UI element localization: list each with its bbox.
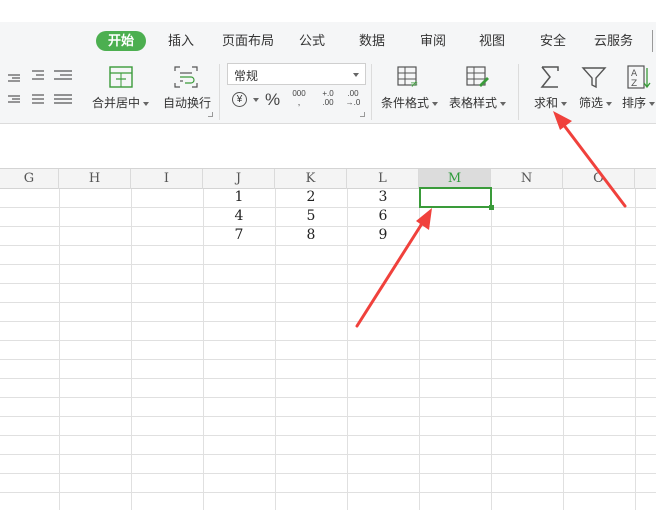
sigma-sum-icon[interactable]: [538, 64, 562, 90]
sort-button[interactable]: 排序: [622, 94, 656, 111]
sort-caret-icon: [649, 101, 656, 106]
grid-line: [0, 397, 656, 398]
tab-home[interactable]: 开始: [96, 31, 147, 51]
grid-line: [0, 302, 656, 303]
tab-insert[interactable]: 插入: [168, 31, 194, 51]
currency-format-button[interactable]: ¥: [232, 90, 259, 112]
table-style-icon[interactable]: [465, 65, 491, 89]
number-format-dialog-launcher[interactable]: [360, 112, 365, 117]
number-format-select[interactable]: 常规: [227, 63, 366, 85]
filter-funnel-icon[interactable]: [581, 65, 607, 89]
column-header-k[interactable]: K: [275, 169, 347, 189]
grid-line: [0, 245, 656, 246]
grid-line: [0, 378, 656, 379]
grid-line: [491, 189, 492, 510]
thousands-separator-button[interactable]: 000,: [291, 89, 307, 107]
spreadsheet-grid[interactable]: G H I J K L M N O 1 2 3 4 5 6 7 8 9: [0, 168, 656, 510]
percent-format-button[interactable]: %: [265, 90, 280, 110]
grid-line: [59, 189, 60, 510]
column-header-j[interactable]: J: [203, 169, 275, 189]
grid-line: [635, 189, 636, 510]
grid-line: [0, 473, 656, 474]
column-header-l[interactable]: L: [347, 169, 419, 189]
ribbon-toolbar: 合并居中 自动换行 常规 ¥ % 000, +.0 .00 .00 →.0 ≠ …: [0, 60, 656, 124]
cell-l1[interactable]: 3: [347, 188, 419, 207]
filter-caret-icon: [606, 101, 613, 106]
ribbon-separator: [371, 64, 372, 120]
tab-security[interactable]: 安全: [540, 31, 566, 51]
filter-button[interactable]: 筛选: [579, 94, 613, 111]
conditional-format-caret-icon: [432, 101, 439, 106]
grid-line: [0, 340, 656, 341]
decrease-decimal-button[interactable]: .00 →.0: [343, 89, 363, 107]
align-icons-group[interactable]: [4, 66, 48, 110]
increase-decimal-button[interactable]: +.0 .00: [318, 89, 338, 107]
cell-l3[interactable]: 9: [347, 226, 419, 245]
column-header-n[interactable]: N: [491, 169, 563, 189]
tab-formulas[interactable]: 公式: [299, 31, 325, 51]
merge-center-icon[interactable]: [108, 65, 134, 89]
table-style-button[interactable]: 表格样式: [449, 94, 507, 111]
grid-line: [0, 435, 656, 436]
grid-line: [0, 359, 656, 360]
auto-wrap-icon[interactable]: [173, 65, 199, 89]
grid-line: [0, 492, 656, 493]
conditional-format-button[interactable]: 条件格式: [381, 94, 439, 111]
tab-review[interactable]: 审阅: [420, 31, 446, 51]
auto-wrap-button[interactable]: 自动换行: [163, 94, 211, 111]
svg-text:Z: Z: [631, 79, 637, 89]
grid-line: [563, 189, 564, 510]
grid-line: [0, 416, 656, 417]
cell-k2[interactable]: 5: [275, 207, 347, 226]
sort-az-icon[interactable]: A Z: [626, 64, 652, 90]
grid-line: [131, 189, 132, 510]
indent-icons[interactable]: [52, 66, 74, 110]
selected-cell-m1[interactable]: [419, 187, 492, 208]
grid-line: [419, 189, 420, 510]
column-header-row: G H I J K L M N O: [0, 168, 656, 189]
column-header-o[interactable]: O: [563, 169, 635, 189]
table-style-caret-icon: [500, 101, 507, 106]
currency-caret-icon: [253, 98, 259, 102]
tab-bar-edge: [652, 30, 653, 52]
number-format-caret-icon: [353, 73, 359, 77]
tab-view[interactable]: 视图: [479, 31, 505, 51]
svg-text:A: A: [631, 69, 638, 79]
window-top-strip: [0, 0, 656, 22]
grid-line: [0, 264, 656, 265]
cell-j1[interactable]: 1: [203, 188, 275, 207]
merge-center-caret-icon: [143, 101, 150, 106]
grid-line: [0, 283, 656, 284]
merge-center-button[interactable]: 合并居中: [92, 94, 150, 111]
alignment-dialog-launcher[interactable]: [208, 112, 213, 117]
fill-handle[interactable]: [489, 205, 494, 210]
tab-data[interactable]: 数据: [359, 31, 385, 51]
column-header-h[interactable]: H: [59, 169, 131, 189]
cell-k1[interactable]: 2: [275, 188, 347, 207]
svg-text:≠: ≠: [410, 79, 418, 89]
ribbon-separator: [518, 64, 519, 120]
cell-j2[interactable]: 4: [203, 207, 275, 226]
column-header-g[interactable]: G: [0, 169, 59, 189]
sum-button[interactable]: 求和: [534, 94, 568, 111]
grid-line: [0, 454, 656, 455]
tab-page-layout[interactable]: 页面布局: [222, 31, 274, 51]
cell-k3[interactable]: 8: [275, 226, 347, 245]
ribbon-tab-bar: 开始 插入 页面布局 公式 数据 审阅 视图 安全 云服务: [0, 22, 656, 60]
sum-caret-icon: [561, 101, 568, 106]
cell-j3[interactable]: 7: [203, 226, 275, 245]
column-header-m[interactable]: M: [419, 169, 491, 189]
ribbon-separator: [219, 64, 220, 120]
tab-cloud-service[interactable]: 云服务: [594, 31, 633, 51]
cell-l2[interactable]: 6: [347, 207, 419, 226]
grid-line: [0, 321, 656, 322]
formula-bar-area: [0, 124, 656, 168]
conditional-format-icon[interactable]: ≠: [396, 65, 422, 89]
column-header-i[interactable]: I: [131, 169, 203, 189]
